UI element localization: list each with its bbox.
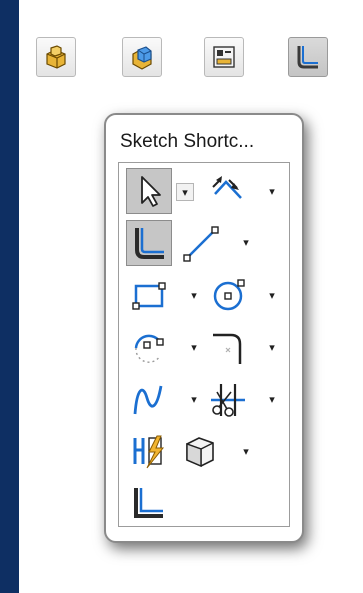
line-icon — [183, 226, 219, 262]
exit-sketch-tool[interactable] — [123, 477, 175, 529]
spline-dropdown[interactable]: ▾ — [185, 391, 203, 409]
select-arrow-icon — [141, 176, 161, 207]
arc-icon — [134, 334, 164, 363]
quick-snaps-tool[interactable] — [123, 425, 175, 477]
rectangle-icon — [132, 282, 166, 310]
exit-sketch-icon — [134, 488, 163, 518]
tool-grid: ▾ ▾ ▾ ▾ ▾ ▾ ▾ ▾ ▾ ▾ — [118, 162, 290, 527]
sketch-shortcut-panel: Sketch Shortc... ▾ ▾ ▾ ▾ ▾ ▾ ▾ ▾ ▾ ▾ — [104, 113, 304, 543]
properties-icon — [213, 46, 235, 68]
extruded-boss-icon — [46, 45, 66, 69]
sketch-icon — [135, 228, 164, 259]
smart-dimension-tool[interactable] — [203, 165, 255, 217]
view-orientation-dropdown[interactable]: ▾ — [237, 443, 255, 461]
fillet-dropdown[interactable]: ▾ — [263, 339, 281, 357]
extruded-boss-button[interactable] — [36, 37, 76, 77]
circle-dropdown[interactable]: ▾ — [263, 287, 281, 305]
fillet-icon — [213, 333, 242, 364]
features-icon — [132, 46, 152, 70]
view-orientation-icon — [186, 437, 214, 468]
circle-tool[interactable] — [203, 269, 255, 321]
rectangle-dropdown[interactable]: ▾ — [185, 287, 203, 305]
smart-dimension-dropdown[interactable]: ▾ — [263, 183, 281, 201]
properties-button[interactable] — [204, 37, 244, 77]
spline-tool[interactable] — [123, 373, 175, 425]
sketch-button[interactable] — [288, 37, 328, 77]
select-tool[interactable] — [123, 165, 175, 217]
select-dropdown[interactable]: ▾ — [176, 183, 194, 201]
panel-title: Sketch Shortc... — [120, 131, 255, 152]
fillet-tool[interactable] — [203, 321, 255, 373]
line-dropdown[interactable]: ▾ — [237, 234, 255, 252]
quick-snaps-icon — [133, 435, 165, 469]
sketch-icon — [297, 46, 318, 69]
smart-dimension-icon — [212, 176, 242, 199]
trim-entities-tool[interactable] — [203, 373, 255, 425]
rectangle-tool[interactable] — [123, 269, 175, 321]
features-button[interactable] — [122, 37, 162, 77]
view-orientation-tool[interactable] — [175, 425, 227, 477]
line-tool[interactable] — [175, 217, 227, 269]
spline-icon — [133, 385, 163, 415]
circle-icon — [213, 279, 245, 311]
arc-tool[interactable] — [123, 321, 175, 373]
trim-entities-dropdown[interactable]: ▾ — [263, 391, 281, 409]
trim-entities-icon — [211, 384, 245, 417]
arc-dropdown[interactable]: ▾ — [185, 339, 203, 357]
sketch-tool[interactable] — [123, 217, 175, 269]
